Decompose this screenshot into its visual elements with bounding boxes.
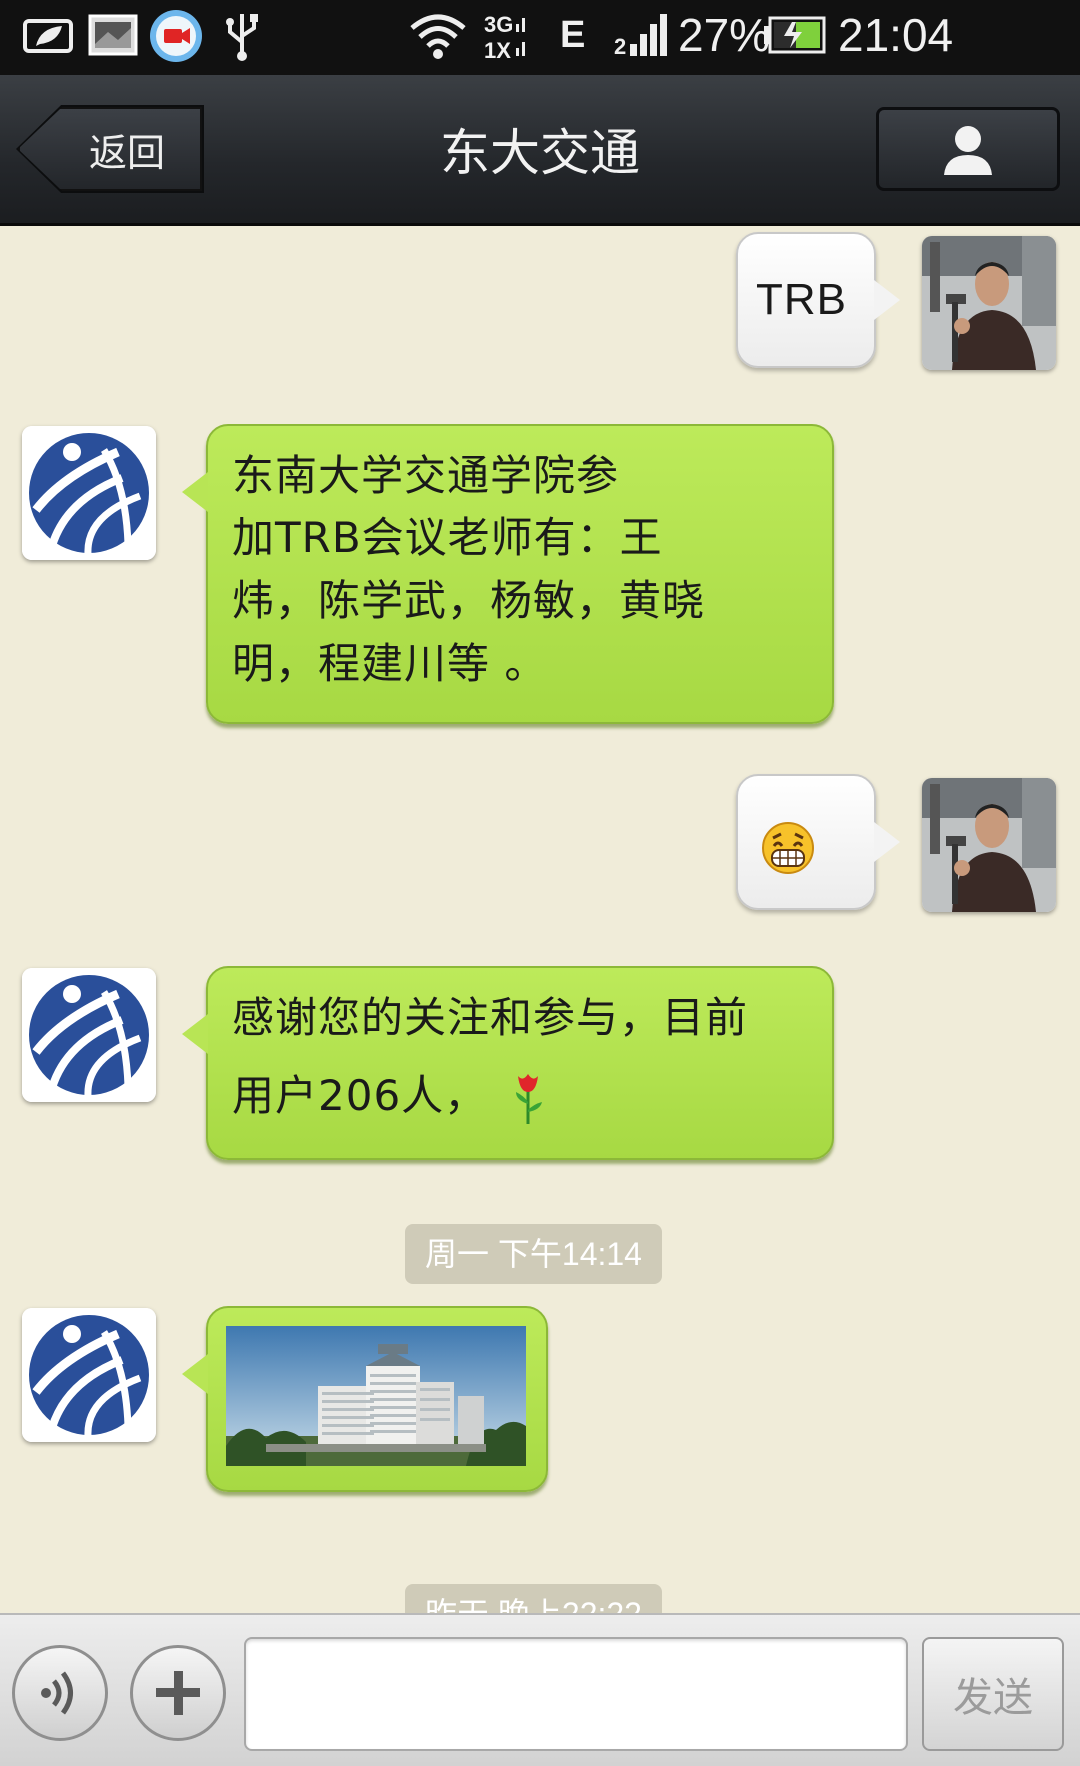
network-3g-label: 3G <box>484 12 514 37</box>
timestamp: 昨天 晚上22:22 <box>405 1584 662 1613</box>
title-bar: 东大交通 返回 <box>0 75 1080 226</box>
signal-strength-icon: 2 <box>614 14 667 58</box>
sender-avatar[interactable] <box>922 236 1056 370</box>
grinning-face-icon <box>762 822 814 874</box>
profile-button[interactable] <box>876 107 1060 191</box>
plus-icon <box>156 1671 200 1715</box>
htc-leaf-icon <box>23 19 73 53</box>
received-message-bubble[interactable]: 感谢您的关注和参与，目前 用户206人， <box>182 966 834 1160</box>
voice-icon <box>41 1671 73 1715</box>
official-account-avatar[interactable] <box>22 1308 156 1442</box>
message-text: TRB <box>756 275 847 324</box>
sent-emoji-bubble[interactable] <box>736 774 900 910</box>
received-message-bubble[interactable]: 东南大学交通学院参 加TRB会议老师有：王 炜，陈学武，杨敏，黄晓 明，程建川等… <box>182 424 834 724</box>
battery-percent: 27% <box>678 9 771 61</box>
sender-avatar[interactable] <box>922 778 1056 912</box>
official-account-avatar[interactable] <box>22 426 156 560</box>
seu-logo-icon <box>22 426 156 560</box>
person-photo <box>922 778 1056 912</box>
input-bar: 发送 <box>0 1613 1080 1766</box>
user-silhouette-icon <box>944 126 992 175</box>
usb-icon <box>226 14 258 61</box>
message-line: 加TRB会议老师有：王 <box>232 513 663 562</box>
person-photo <box>922 236 1056 370</box>
wifi-icon <box>410 14 466 59</box>
voice-button[interactable] <box>12 1645 108 1741</box>
network-type-label: E <box>560 14 586 56</box>
network-1x-label: 1X <box>484 38 511 63</box>
status-bar: 3G 1X E 2 27% 21:04 <box>0 0 1080 75</box>
svg-text:2: 2 <box>614 34 626 58</box>
battery-charging-icon <box>764 16 826 54</box>
official-account-avatar[interactable] <box>22 968 156 1102</box>
plus-button[interactable] <box>130 1645 226 1741</box>
building-photo[interactable] <box>226 1326 526 1466</box>
message-line: 明，程建川等 。 <box>232 639 548 688</box>
mini-signal-icon <box>516 18 525 56</box>
send-button[interactable]: 发送 <box>922 1637 1064 1751</box>
message-line: 用户206人， <box>232 1071 488 1120</box>
sent-message-bubble[interactable]: TRB <box>736 232 900 368</box>
seu-logo-icon <box>22 968 156 1102</box>
message-line: 炜，陈学武，杨敏，黄晓 <box>232 576 706 625</box>
clock: 21:04 <box>838 9 954 61</box>
timestamp: 周一 下午14:14 <box>405 1224 662 1284</box>
message-input[interactable] <box>244 1637 908 1751</box>
message-line: 东南大学交通学院参 <box>232 451 620 500</box>
rose-icon <box>516 1074 542 1124</box>
video-record-icon <box>150 10 202 62</box>
chat-area[interactable]: TRB 东南大学交通学院参 加TRB会议老师有：王 炜，陈学武，杨敏，黄晓 明，… <box>0 226 1080 1613</box>
gallery-icon <box>88 14 138 56</box>
received-image-bubble[interactable] <box>182 1306 548 1492</box>
message-line: 感谢您的关注和参与，目前 <box>232 993 749 1042</box>
seu-logo-icon <box>22 1308 156 1442</box>
